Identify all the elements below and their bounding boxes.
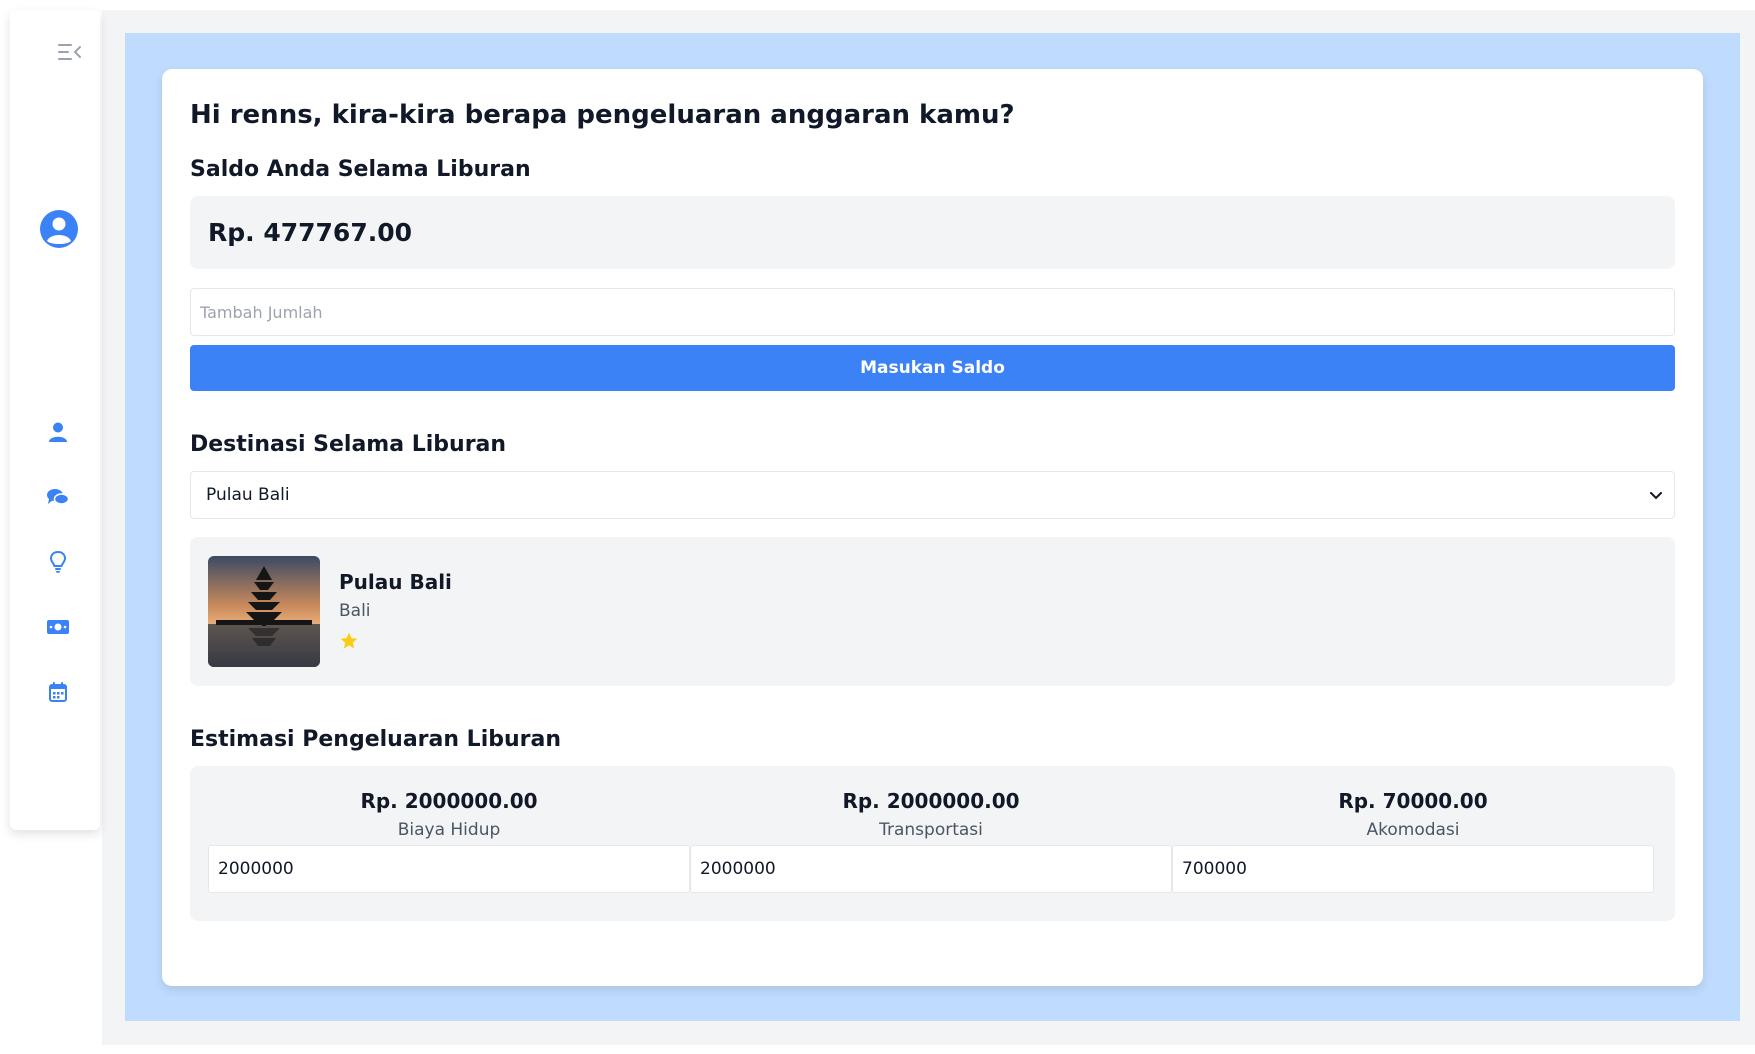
estimate-label: Estimasi Pengeluaran Liburan [190,727,562,752]
star-icon [339,631,361,653]
lightbulb-icon[interactable] [46,550,70,574]
destination-card[interactable]: Pulau Bali Bali [190,537,1675,686]
money-icon[interactable] [46,615,70,639]
estimate-amount: Rp. 70000.00 [1338,789,1488,813]
destination-image [208,556,320,667]
destination-label: Destinasi Selama Liburan [190,432,507,457]
budget-card: Hi renns, kira-kira berapa pengeluaran a… [162,69,1703,986]
destination-name: Pulau Bali [339,570,452,594]
submit-saldo-button[interactable]: Masukan Saldo [190,345,1675,391]
destination-selected-value: Pulau Bali [206,485,290,505]
comments-icon[interactable] [46,485,70,509]
destination-region: Bali [339,601,371,621]
estimate-name: Transportasi [879,820,983,840]
living-cost-input[interactable] [208,845,690,893]
saldo-label: Saldo Anda Selama Liburan [190,157,531,182]
estimate-amount: Rp. 2000000.00 [360,789,538,813]
user-circle-icon[interactable] [36,206,82,252]
menu-collapse-icon[interactable] [55,40,85,64]
accommodation-cost-input[interactable] [1172,845,1654,893]
destination-select[interactable]: Pulau Bali [190,471,1675,519]
page-title: Hi renns, kira-kira berapa pengeluaran a… [190,100,1015,130]
sidebar [10,10,100,830]
saldo-amount: Rp. 477767.00 [208,218,413,247]
add-amount-input[interactable] [190,288,1675,336]
saldo-display: Rp. 477767.00 [190,196,1675,269]
calendar-icon[interactable] [46,680,70,704]
estimate-name: Biaya Hidup [397,820,501,840]
estimate-amount: Rp. 2000000.00 [842,789,1020,813]
estimate-panel: Rp. 2000000.00 Biaya Hidup Rp. 2000000.0… [190,766,1675,921]
chevron-down-icon [1650,485,1662,505]
user-icon[interactable] [46,420,70,444]
transport-cost-input[interactable] [690,845,1172,893]
estimate-name: Akomodasi [1366,820,1460,840]
